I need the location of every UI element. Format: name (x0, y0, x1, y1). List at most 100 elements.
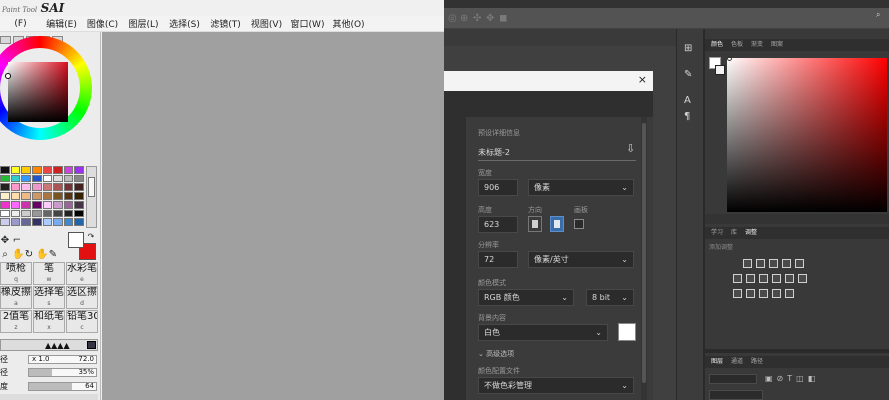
swatch[interactable] (31, 183, 42, 192)
curves-icon[interactable] (769, 259, 778, 268)
swatch[interactable] (53, 200, 63, 209)
swatch[interactable] (42, 174, 53, 183)
swatch[interactable] (0, 209, 10, 218)
layer-filter-icons[interactable]: ▣⊘T◫◧ (765, 374, 819, 383)
bit-depth-select[interactable]: 8 bit ⌄ (586, 289, 634, 306)
swatch[interactable] (21, 200, 31, 209)
character-icon[interactable]: A (684, 95, 691, 106)
dropper-icon[interactable]: ✎ (48, 250, 58, 260)
gradient-map-icon[interactable] (772, 289, 781, 298)
swatch[interactable] (31, 218, 42, 226)
advanced-options-toggle[interactable]: ⌄ 高级选项 (478, 349, 514, 359)
swatch[interactable] (21, 166, 31, 174)
swatch[interactable] (74, 209, 84, 218)
tool-eraser[interactable]: 橡皮擦 a (0, 286, 32, 309)
swatch[interactable] (31, 209, 42, 218)
history-icon[interactable]: ⊞ (684, 43, 692, 54)
primary-color-swatch[interactable] (68, 232, 84, 248)
dialog-scroll-thumb[interactable] (642, 123, 646, 383)
tab-layers[interactable]: 图层 (709, 356, 725, 368)
color-profile-select[interactable]: 不做色彩管理 ⌄ (478, 377, 634, 394)
vibrance-icon[interactable] (795, 259, 804, 268)
menu-select[interactable]: 选择(S) (164, 17, 205, 30)
dialog-scrollbar[interactable] (641, 117, 647, 400)
save-preset-icon[interactable]: ⇩ (626, 142, 635, 155)
swatch[interactable] (53, 192, 63, 200)
tool-pencil[interactable]: 铅笔30 c (66, 310, 98, 333)
swatch[interactable] (10, 218, 21, 226)
paragraph-icon[interactable]: ¶ (684, 111, 690, 122)
swatch-scrollbar[interactable] (86, 166, 97, 228)
swatch[interactable] (63, 209, 74, 218)
swatch[interactable] (31, 192, 42, 200)
brightness-icon[interactable] (743, 259, 752, 268)
color-mode-select[interactable]: RGB 颜色 ⌄ (478, 289, 574, 306)
menu-other[interactable]: 其他(O) (328, 17, 369, 30)
color-balance-icon[interactable] (746, 274, 755, 283)
exposure-icon[interactable] (782, 259, 791, 268)
swatch[interactable] (21, 174, 31, 183)
swatch[interactable] (42, 218, 53, 226)
tool-select-pen[interactable]: 选择笔 s (33, 286, 65, 309)
swatch[interactable] (0, 192, 10, 200)
swatch[interactable] (74, 166, 84, 174)
tab-swatches[interactable]: 色板 (729, 39, 745, 51)
move-icon[interactable]: ✥ (0, 236, 10, 246)
swatch[interactable] (42, 209, 53, 218)
swatch[interactable] (53, 166, 63, 174)
swatch[interactable] (63, 166, 74, 174)
swatch[interactable] (63, 200, 74, 209)
rotate-icon[interactable]: ↻ (24, 250, 34, 260)
search-icon[interactable]: ⌕ (876, 10, 880, 20)
brush-settings-icon[interactable]: ✎ (684, 69, 692, 80)
hand-pan-icon[interactable]: ✋ (36, 250, 48, 260)
tab-patterns[interactable]: 图案 (769, 39, 785, 51)
hand-icon[interactable]: ✋ (12, 250, 24, 260)
tab-channels[interactable]: 通道 (729, 356, 745, 368)
background-contents-select[interactable]: 白色 ⌄ (478, 324, 608, 341)
selective-color-icon[interactable] (785, 289, 794, 298)
color-lookup-icon[interactable] (798, 274, 807, 283)
photo-filter-icon[interactable] (772, 274, 781, 283)
black-white-icon[interactable] (759, 274, 768, 283)
swatch[interactable] (10, 200, 21, 209)
tab-adjustments[interactable]: 调整 (743, 227, 759, 239)
density-slider[interactable]: 64 (28, 382, 97, 391)
swatch[interactable] (53, 183, 63, 192)
swap-colors-icon[interactable]: ↷ (86, 232, 96, 242)
min-size-slider[interactable]: 35% (28, 368, 97, 377)
resolution-unit-select[interactable]: 像素/英寸 ⌄ (528, 251, 634, 268)
tool-pen[interactable]: 笔w (33, 262, 65, 285)
3d-slide-icon[interactable]: ✥ (486, 13, 494, 24)
swatch[interactable] (74, 183, 84, 192)
swatch[interactable] (10, 166, 21, 174)
swatch[interactable] (0, 183, 10, 192)
width-input[interactable]: 906 (478, 179, 518, 196)
menu-window[interactable]: 窗口(W) (287, 17, 328, 30)
brush-shape-selected[interactable] (87, 341, 96, 349)
swatch[interactable] (63, 192, 74, 200)
color-field-cursor[interactable] (727, 56, 732, 61)
3d-roll-icon[interactable]: ⊕ (460, 13, 468, 24)
portrait-button[interactable] (528, 216, 542, 232)
threshold-icon[interactable] (759, 289, 768, 298)
tool-airbrush[interactable]: 喷枪 q (0, 262, 32, 285)
swatch[interactable] (42, 183, 53, 192)
width-unit-select[interactable]: 像素 ⌄ (528, 179, 634, 196)
swatch[interactable] (63, 174, 74, 183)
swatch[interactable] (0, 200, 10, 209)
swatch[interactable] (42, 192, 53, 200)
swatch[interactable] (0, 166, 10, 174)
tab-libraries[interactable]: 库 (729, 227, 739, 239)
tool-select-eraser[interactable]: 选区擦 d (66, 286, 98, 309)
levels-icon[interactable] (756, 259, 765, 268)
3d-scale-icon[interactable]: ◼ (499, 13, 507, 24)
wheel-mode-button[interactable] (0, 36, 11, 44)
height-input[interactable]: 623 (478, 216, 518, 233)
3d-orbit-icon[interactable]: ◎ (448, 13, 457, 24)
menu-layer[interactable]: 图层(L) (123, 17, 164, 30)
swatch[interactable] (74, 218, 84, 226)
document-name[interactable]: 未标题-2 (478, 147, 510, 158)
swatch[interactable] (63, 183, 74, 192)
swatch[interactable] (21, 218, 31, 226)
